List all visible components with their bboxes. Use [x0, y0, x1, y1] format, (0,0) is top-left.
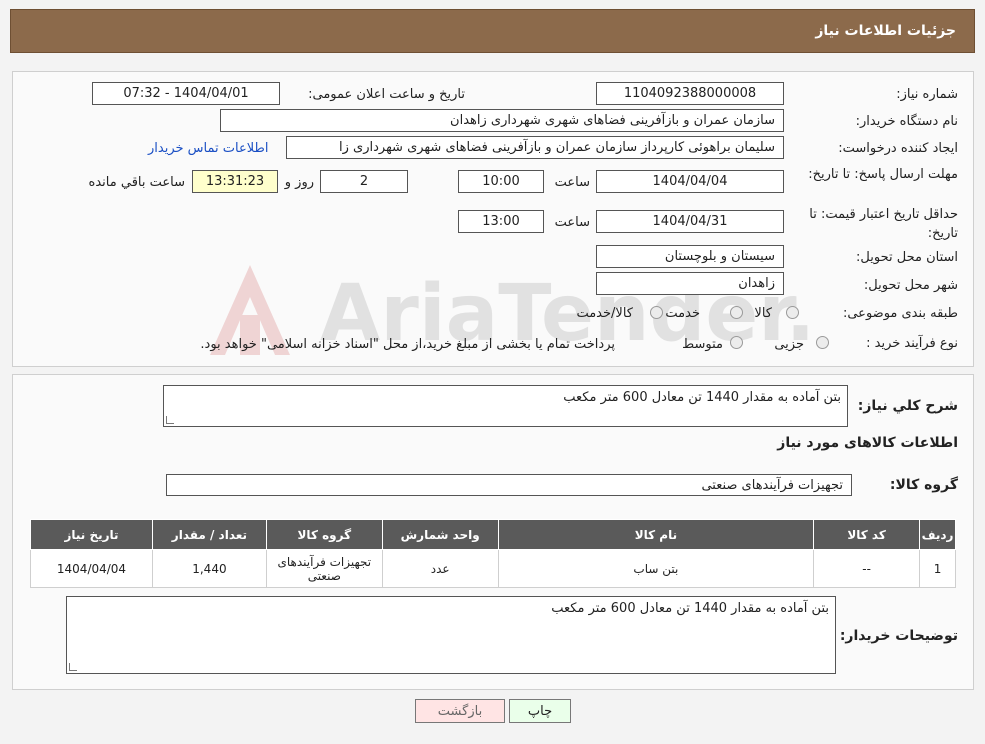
- general-desc-label: شرح کلي نیاز:: [857, 398, 958, 414]
- cell-group: تجهیزات فرآیندهای صنعتی: [265, 549, 383, 588]
- province-field[interactable]: سیستان و بلوچستان: [596, 245, 784, 268]
- process-radio-minor[interactable]: [816, 336, 829, 349]
- goods-table-header: ردیف کد کالا نام کالا واحد شمارش گروه کا…: [30, 519, 956, 550]
- col-qty: تعداد / مقدار: [151, 519, 267, 550]
- days-label: روز و: [284, 175, 314, 190]
- page-header: جزئیات اطلاعات نیاز: [10, 9, 975, 53]
- deadline-time-label: ساعت: [554, 175, 590, 190]
- col-unit: واحد شمارش: [381, 519, 499, 550]
- col-code: کد کالا: [813, 519, 921, 550]
- requester-label: ایجاد کننده درخواست:: [838, 141, 958, 156]
- buyer-notes-text: بتن آماده به مقدار 1440 تن معادل 600 متر…: [551, 601, 829, 616]
- goods-group-field[interactable]: تجهیزات فرآیندهای صنعتی: [166, 474, 852, 496]
- print-button[interactable]: چاپ: [509, 699, 571, 723]
- cell-row: 1: [919, 549, 956, 588]
- cell-unit: عدد: [381, 549, 499, 588]
- process-option-minor: جزیی: [774, 337, 804, 352]
- city-label: شهر محل تحویل:: [863, 278, 958, 293]
- process-radio-medium[interactable]: [730, 336, 743, 349]
- validity-time-label: ساعت: [554, 215, 590, 230]
- col-date: تاریخ نیاز: [30, 519, 153, 550]
- buyer-org-field[interactable]: سازمان عمران و بازآفرینی فضاهای شهری شهر…: [220, 109, 784, 132]
- buyer-org-label: نام دستگاه خریدار:: [855, 114, 958, 129]
- remaining-label: ساعت باقي مانده: [88, 175, 185, 190]
- resize-grip-icon[interactable]: [166, 416, 174, 424]
- process-option-medium: متوسط: [682, 337, 723, 352]
- category-option-service: خدمت: [665, 306, 700, 321]
- goods-group-label: گروه کالا:: [889, 477, 958, 493]
- general-desc-text: بتن آماده به مقدار 1440 تن معادل 600 متر…: [563, 390, 841, 405]
- category-radio-both[interactable]: [650, 306, 663, 319]
- deadline-date-field[interactable]: 1404/04/04: [596, 170, 784, 193]
- page-title: جزئیات اطلاعات نیاز: [815, 23, 956, 39]
- buyer-notes-label: توضیحات خریدار:: [839, 628, 958, 644]
- cell-name: بتن ساب: [497, 549, 815, 588]
- validity-label: حداقل تاریخ اعتبار قیمت: تا تاریخ:: [809, 207, 958, 241]
- need-number-field[interactable]: 1104092388000008: [596, 82, 784, 105]
- city-field[interactable]: زاهدان: [596, 272, 784, 295]
- days-field[interactable]: 2: [320, 170, 408, 193]
- goods-table: ردیف کد کالا نام کالا واحد شمارش گروه کا…: [30, 519, 956, 588]
- resize-grip-icon[interactable]: [69, 663, 77, 671]
- category-radio-goods[interactable]: [786, 306, 799, 319]
- table-row: 1 -- بتن ساب عدد تجهیزات فرآیندهای صنعتی…: [30, 549, 956, 588]
- goods-info-title: اطلاعات کالاهای مورد نیاز: [777, 435, 958, 451]
- buyer-contact-link[interactable]: اطلاعات تماس خریدار: [148, 141, 268, 156]
- back-button[interactable]: بازگشت: [415, 699, 505, 723]
- col-group: گروه کالا: [265, 519, 383, 550]
- announce-label: تاریخ و ساعت اعلان عمومی:: [308, 87, 465, 102]
- buyer-notes-field[interactable]: بتن آماده به مقدار 1440 تن معادل 600 متر…: [66, 596, 836, 674]
- announce-field[interactable]: 1404/04/01 - 07:32: [92, 82, 280, 105]
- cell-date: 1404/04/04: [30, 549, 153, 588]
- need-number-label: شماره نیاز:: [896, 87, 958, 102]
- province-label: استان محل تحویل:: [856, 250, 958, 265]
- process-note: پرداخت تمام یا بخشی از مبلغ خرید،از محل …: [200, 337, 615, 352]
- validity-time-field[interactable]: 13:00: [458, 210, 544, 233]
- requester-field[interactable]: سلیمان براهوئی کارپرداز سازمان عمران و ب…: [286, 136, 784, 159]
- general-desc-field[interactable]: بتن آماده به مقدار 1440 تن معادل 600 متر…: [163, 385, 848, 427]
- col-name: نام کالا: [497, 519, 815, 550]
- cell-qty: 1,440: [151, 549, 267, 588]
- category-option-both: کالا/خدمت: [576, 306, 633, 321]
- validity-date-field[interactable]: 1404/04/31: [596, 210, 784, 233]
- cell-code: --: [813, 549, 921, 588]
- deadline-time-field[interactable]: 10:00: [458, 170, 544, 193]
- deadline-label: مهلت ارسال پاسخ: تا تاریخ:: [808, 167, 958, 182]
- process-label: نوع فرآیند خرید :: [866, 336, 958, 351]
- col-row: ردیف: [919, 519, 956, 550]
- category-option-goods: کالا: [754, 306, 772, 321]
- remaining-time-field[interactable]: 13:31:23: [192, 170, 278, 193]
- category-label: طبقه بندی موضوعی:: [842, 306, 958, 321]
- category-radio-service[interactable]: [730, 306, 743, 319]
